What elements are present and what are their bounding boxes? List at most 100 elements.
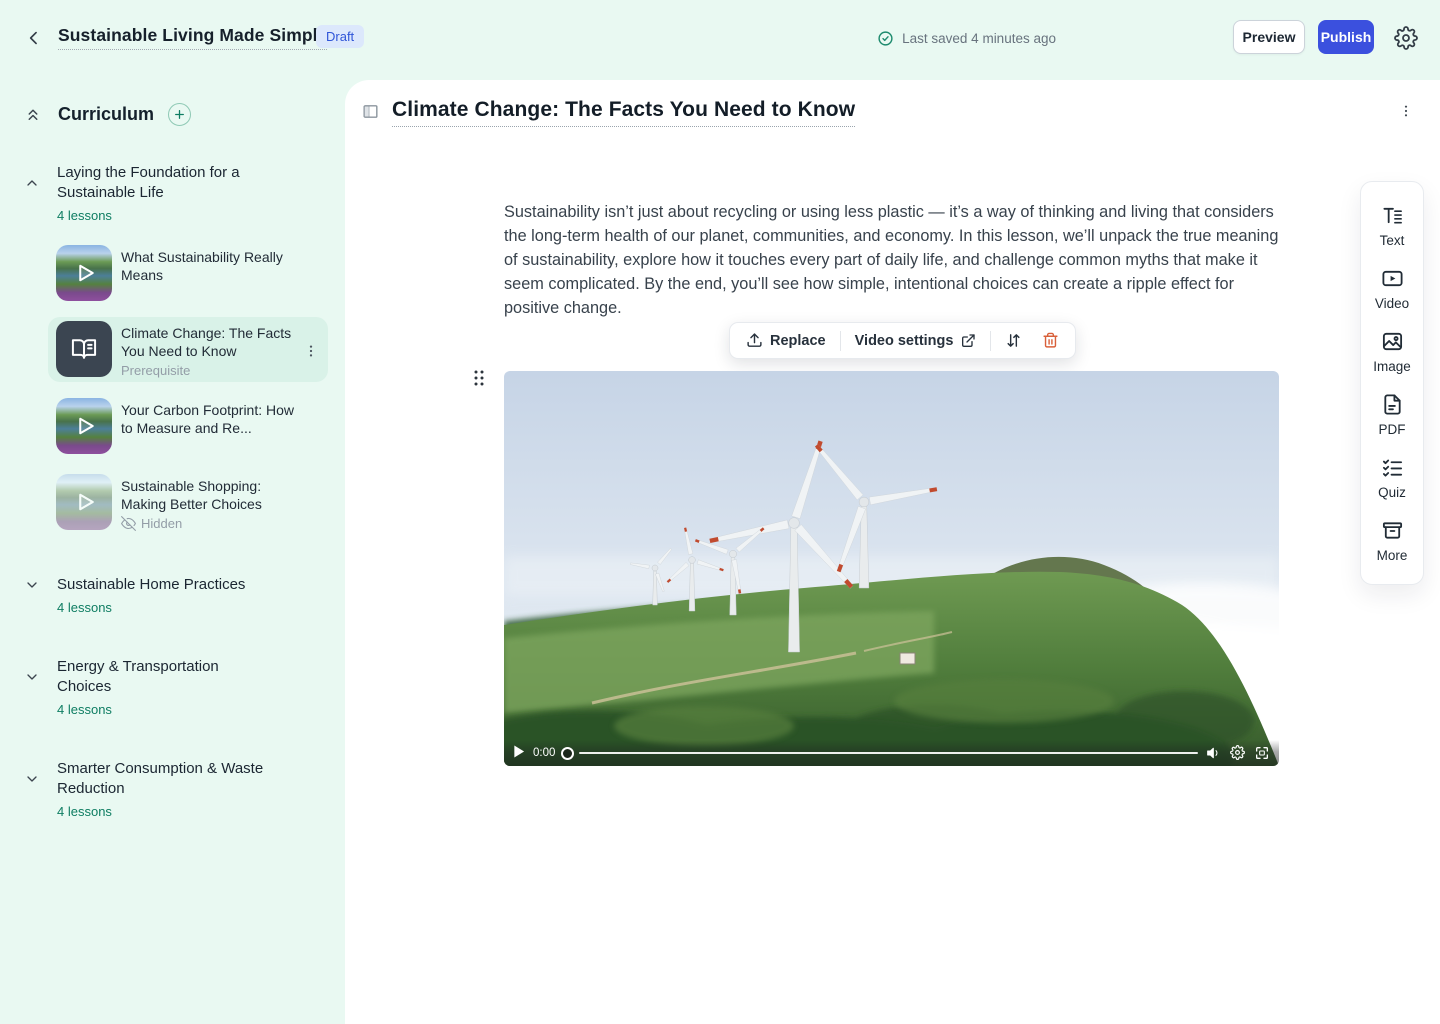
text-icon (1381, 204, 1404, 227)
curriculum-section: Smarter Consumption & Waste Reduction 4 … (0, 759, 345, 819)
curriculum-section: Laying the Foundation for a Sustainable … (0, 163, 345, 535)
image-icon (1381, 330, 1404, 353)
video-settings-button[interactable]: Video settings (845, 327, 987, 355)
curriculum-section: Sustainable Home Practices 4 lessons (0, 575, 345, 615)
lesson-title: What Sustainability Really Means (121, 248, 299, 284)
video-thumbnail (56, 398, 112, 454)
block-palette: Text Video Image PDF Quiz (1360, 181, 1424, 585)
palette-item-video[interactable]: Video (1361, 258, 1423, 321)
add-section-button[interactable] (168, 103, 191, 126)
palette-label: Video (1375, 296, 1409, 311)
lesson-title: Climate Change: The Facts You Need to Kn… (121, 324, 299, 360)
last-saved-status: Last saved 4 minutes ago (877, 30, 1056, 47)
lesson-item-hidden[interactable]: Sustainable Shopping: Making Better Choi… (48, 470, 328, 535)
section-lesson-count: 4 lessons (57, 804, 345, 819)
check-circle-icon (877, 30, 894, 47)
lesson-title: Sustainable Shopping: Making Better Choi… (121, 477, 299, 513)
lesson-item[interactable]: What Sustainability Really Means (48, 241, 328, 305)
reading-lesson-tile (56, 321, 112, 377)
delete-block-button[interactable] (1032, 326, 1069, 355)
lesson-item[interactable]: Your Carbon Footprint: How to Measure an… (48, 394, 328, 458)
reorder-block-button[interactable] (995, 326, 1032, 355)
section-title[interactable]: Smarter Consumption & Waste Reduction (57, 759, 273, 799)
palette-item-quiz[interactable]: Quiz (1361, 447, 1423, 510)
video-frame-wind-turbines (504, 371, 1279, 766)
section-lesson-count: 4 lessons (57, 702, 345, 717)
play-icon (56, 474, 112, 530)
curriculum-title: Curriculum (58, 104, 154, 125)
collapse-all-button[interactable] (24, 105, 42, 123)
chevron-up-icon[interactable] (24, 175, 40, 191)
panel-toggle-button[interactable] (362, 103, 379, 120)
video-controls-bar: 0:00 (504, 740, 1279, 766)
lesson-list: What Sustainability Really Means Climate… (48, 241, 328, 535)
palette-item-more[interactable]: More (1361, 510, 1423, 573)
last-saved-text: Last saved 4 minutes ago (902, 31, 1056, 46)
palette-item-image[interactable]: Image (1361, 321, 1423, 384)
video-icon (1381, 267, 1404, 290)
lesson-menu-button[interactable] (303, 343, 319, 359)
publish-button[interactable]: Publish (1318, 20, 1374, 54)
more-archive-icon (1381, 519, 1404, 542)
lesson-editor-panel: Climate Change: The Facts You Need to Kn… (345, 80, 1440, 1024)
toolbar-divider (990, 331, 991, 351)
toolbar-divider (840, 331, 841, 351)
video-settings-label: Video settings (855, 333, 954, 349)
video-block-toolbar: Replace Video settings (729, 322, 1076, 359)
chevron-left-icon (24, 28, 44, 48)
external-link-icon (960, 333, 976, 349)
fullscreen-icon[interactable] (1254, 745, 1270, 761)
preview-button[interactable]: Preview (1233, 20, 1305, 54)
video-settings-gear-icon[interactable] (1230, 745, 1246, 761)
video-player[interactable]: 0:00 (504, 371, 1279, 766)
lesson-options-button[interactable] (1398, 103, 1414, 119)
gear-icon (1394, 26, 1418, 50)
chevron-down-icon[interactable] (24, 577, 40, 593)
back-button[interactable] (22, 26, 46, 50)
status-badge: Draft (316, 25, 364, 48)
lesson-item-selected[interactable]: Climate Change: The Facts You Need to Kn… (48, 317, 328, 382)
book-open-icon (70, 335, 98, 363)
video-thumbnail (56, 474, 112, 530)
eye-off-icon (121, 516, 136, 531)
trash-icon (1042, 332, 1059, 349)
topbar: Sustainable Living Made Simple Draft Las… (0, 0, 1440, 80)
lesson-title: Your Carbon Footprint: How to Measure an… (121, 401, 299, 437)
volume-icon[interactable] (1206, 745, 1222, 761)
upload-icon (746, 332, 763, 349)
chevron-down-icon[interactable] (24, 771, 40, 787)
drag-handle-icon[interactable] (472, 368, 486, 388)
section-lesson-count: 4 lessons (57, 600, 345, 615)
palette-label: More (1377, 548, 1408, 563)
plus-icon (173, 108, 186, 121)
video-progress-track[interactable] (579, 752, 1198, 754)
video-progress-handle[interactable] (561, 747, 574, 760)
chevron-down-icon[interactable] (24, 669, 40, 685)
replace-button[interactable]: Replace (736, 326, 836, 355)
play-icon (56, 245, 112, 301)
settings-button[interactable] (1394, 26, 1418, 50)
curriculum-sidebar: Curriculum Laying the Foundation for a S… (0, 80, 345, 1024)
course-title[interactable]: Sustainable Living Made Simple (58, 25, 327, 50)
palette-label: Image (1373, 359, 1411, 374)
section-title[interactable]: Energy & Transportation Choices (57, 657, 273, 697)
curriculum-header: Curriculum (0, 101, 345, 127)
palette-item-pdf[interactable]: PDF (1361, 384, 1423, 447)
palette-label: Text (1380, 233, 1405, 248)
video-thumbnail (56, 245, 112, 301)
palette-label: Quiz (1378, 485, 1406, 500)
section-lesson-count: 4 lessons (57, 208, 345, 223)
video-time-label: 0:00 (533, 747, 555, 759)
curriculum-section: Energy & Transportation Choices 4 lesson… (0, 657, 345, 717)
lesson-page-title[interactable]: Climate Change: The Facts You Need to Kn… (392, 98, 855, 127)
sort-arrows-icon (1005, 332, 1022, 349)
pdf-icon (1381, 393, 1404, 416)
lesson-badge: Prerequisite (121, 363, 299, 378)
lesson-text-block[interactable]: Sustainability isn’t just about recyclin… (504, 200, 1280, 320)
play-icon (56, 398, 112, 454)
section-title[interactable]: Sustainable Home Practices (57, 575, 273, 595)
palette-item-text[interactable]: Text (1361, 195, 1423, 258)
quiz-icon (1381, 456, 1404, 479)
section-title[interactable]: Laying the Foundation for a Sustainable … (57, 163, 273, 203)
video-play-button[interactable] (513, 745, 525, 761)
